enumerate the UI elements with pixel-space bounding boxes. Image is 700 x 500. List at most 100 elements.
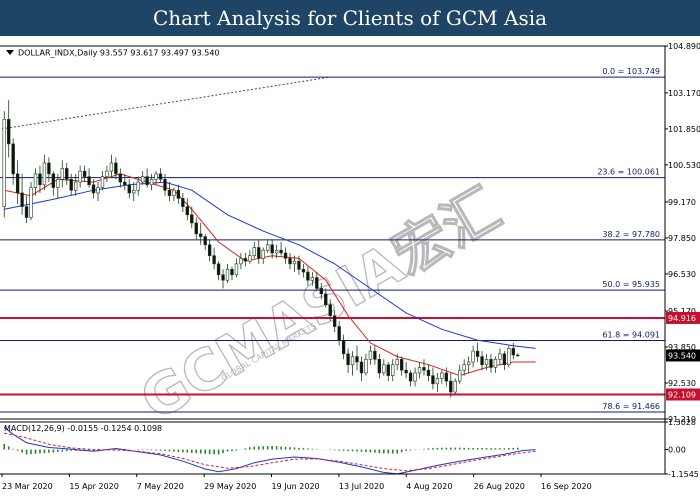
candle-body (176, 189, 181, 199)
candle-body (279, 249, 283, 254)
candle-body (266, 244, 270, 251)
candle-body (123, 181, 127, 186)
price-tick-label: 92.530 (668, 379, 696, 388)
time-tick-label: 13 Jul 2020 (339, 482, 384, 491)
candle-body (73, 181, 78, 191)
candle-body (87, 176, 91, 186)
candle-body (199, 233, 203, 237)
price-tick-label: 103.170 (668, 89, 700, 98)
candle-body (82, 170, 87, 177)
candle-body (507, 348, 511, 366)
candle-body (230, 269, 234, 276)
candle-body (190, 214, 194, 224)
candle-body (60, 168, 64, 180)
candle-body (274, 249, 279, 254)
candle-body (484, 358, 489, 366)
title-banner: Chart Analysis for Clients of GCM Asia (0, 0, 700, 36)
candle-body (288, 258, 292, 265)
last-price-badge: 93.540 (668, 351, 696, 360)
candle-body (136, 181, 140, 191)
candle-body (422, 367, 426, 371)
price-tick-label: 99.170 (668, 198, 696, 207)
candle-body (475, 350, 480, 357)
candle-body (51, 173, 56, 188)
candle-body (337, 326, 341, 341)
candle-body (399, 358, 404, 371)
candle-body (319, 288, 323, 295)
macd-tick-label: 1.3028 (668, 418, 696, 427)
candle-body (109, 162, 114, 172)
candle-body (435, 378, 440, 385)
candle-body (194, 222, 198, 235)
candle-body (413, 372, 417, 382)
symbol-header: DOLLAR_INDX,Daily 93.557 93.617 93.497 9… (18, 49, 220, 58)
candle-body (355, 356, 359, 363)
candle-body (386, 364, 390, 376)
candle-body (395, 358, 399, 366)
macd-label: MACD(12,26,9) -0.0155 -0.1254 0.1098 (4, 424, 162, 433)
candle-body (96, 187, 100, 194)
candle-body (38, 173, 42, 186)
candle-body (11, 143, 15, 175)
candle-body (167, 189, 172, 196)
fib-level-label: 0.0 = 103.749 (602, 67, 660, 76)
candle-body (480, 356, 484, 366)
fib-level-label: 50.0 = 95.935 (602, 280, 660, 289)
candle-body (426, 369, 431, 376)
candle-body (132, 189, 136, 194)
candle-body (377, 358, 382, 374)
candle-body (516, 354, 520, 357)
candle-body (47, 162, 51, 175)
candle-body (140, 176, 145, 183)
candle-body (42, 162, 47, 186)
chart-title: Chart Analysis for Clients of GCM Asia (152, 6, 548, 30)
candle-body (261, 249, 265, 259)
price-tick-label: 104.890 (668, 42, 700, 51)
candle-body (324, 293, 328, 306)
price-tick-label: 97.850 (668, 234, 696, 243)
candle-body (489, 358, 493, 368)
candle-body (15, 173, 20, 194)
candle-body (431, 375, 435, 385)
candle-body (100, 176, 105, 188)
candle-body (306, 271, 310, 281)
fib-level-label: 61.8 = 94.091 (602, 330, 660, 339)
candle-body (462, 364, 466, 371)
candle-body (444, 372, 449, 382)
candle-body (498, 353, 502, 360)
fib-level-label: 38.2 = 97.780 (602, 230, 660, 239)
candle-body (221, 274, 225, 281)
candle-body (149, 179, 154, 186)
candle-body (391, 364, 395, 376)
time-tick-label: 4 Aug 2020 (406, 482, 452, 491)
candle-body (350, 356, 355, 366)
candle-body (207, 244, 212, 256)
candle-body (118, 173, 123, 183)
candle-body (511, 348, 515, 356)
candle-body (368, 350, 373, 360)
candle-body (310, 277, 315, 281)
chart-area[interactable]: GCMASIA宏汇 GLOBAL CAPITAL MARKETS 0.0 = 1… (0, 36, 700, 500)
candle-body (417, 367, 422, 374)
candle-body (453, 380, 457, 393)
time-tick-label: 19 Jun 2020 (272, 482, 320, 491)
candle-body (493, 358, 498, 368)
candle-body (181, 198, 185, 207)
fib-level-label: 78.6 = 91.466 (602, 402, 660, 411)
candle-body (172, 189, 176, 196)
candle-body (382, 364, 386, 374)
candle-body (364, 358, 368, 374)
candle-body (359, 361, 364, 374)
macd-tick-label: -1.1545 (668, 470, 699, 479)
candle-body (225, 269, 230, 281)
candle-body (105, 170, 109, 177)
candle-body (283, 252, 288, 259)
candle-body (243, 258, 248, 262)
key-level-badge: 92.109 (668, 390, 696, 399)
candle-body (185, 206, 190, 216)
candle-body (270, 244, 274, 254)
candle-body (69, 179, 73, 191)
key-level-badge: 94.916 (668, 314, 696, 323)
candle-body (248, 255, 252, 262)
macd-tick-label: 0.00 (668, 446, 686, 455)
